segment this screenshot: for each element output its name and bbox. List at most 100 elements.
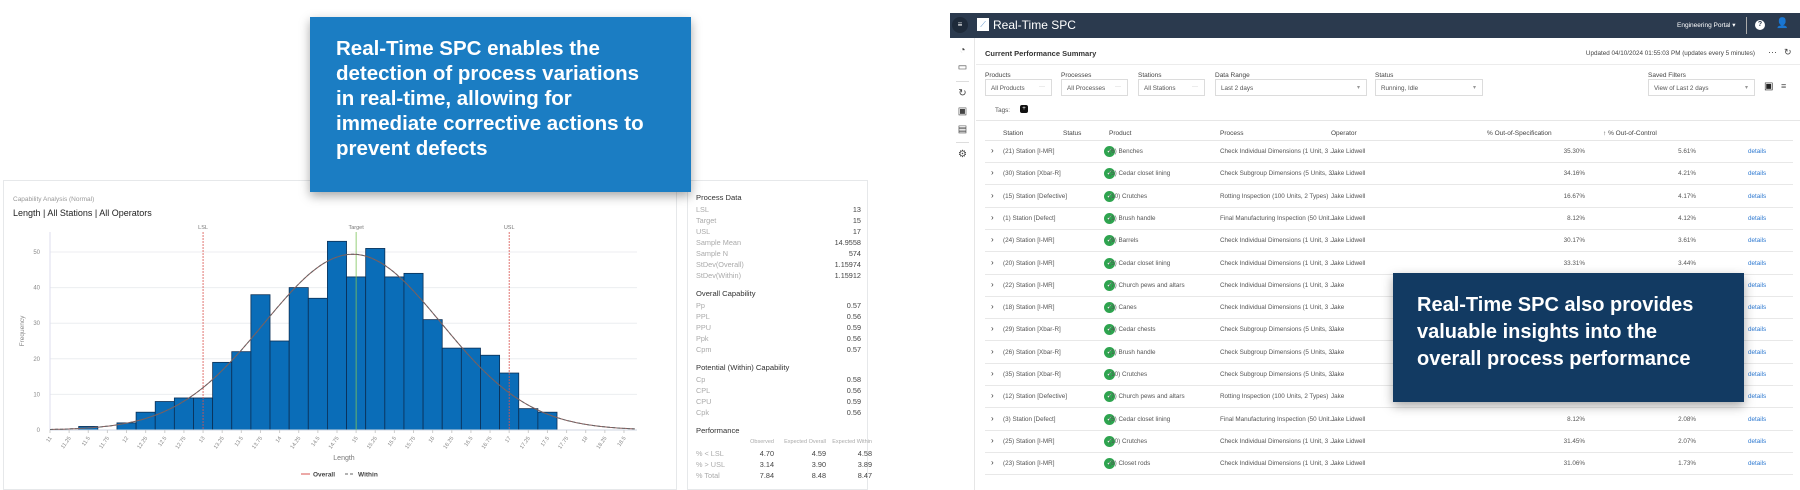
details-link[interactable]: details <box>1748 304 1766 311</box>
stat-row: Sample N 574 <box>696 248 861 259</box>
sync-icon[interactable]: ↻ <box>957 88 968 99</box>
filter-icon[interactable]: ≡ <box>1781 81 1786 91</box>
table-row[interactable]: › (30) Station [Xbar-R] ✓ (5) Cedar clos… <box>985 163 1793 186</box>
stat-row: StDev(Within) 1.15912 <box>696 270 861 281</box>
process-cell: Check Subgroup Dimensions (5 Units, 3... <box>1220 348 1338 356</box>
table-row[interactable]: › (25) Station [I-MR] ✓ (10) Crutches Ch… <box>985 431 1793 453</box>
product-cell: (10) Crutches <box>1109 192 1148 200</box>
details-link[interactable]: details <box>1748 438 1766 445</box>
details-link[interactable]: details <box>1748 170 1766 177</box>
process-cell: Check Individual Dimensions (1 Unit, 3 .… <box>1220 148 1336 155</box>
expand-chevron-icon[interactable]: › <box>991 436 994 445</box>
clipboard-icon[interactable]: ▤ <box>957 124 968 135</box>
table-row[interactable]: › (20) Station [I-MR] ✓ (5) Cedar closet… <box>985 253 1793 275</box>
perf-header: Expected Within <box>832 439 872 445</box>
expand-chevron-icon[interactable]: › <box>991 324 994 333</box>
column-out-of-spec[interactable]: % Out-of-Specification <box>1487 130 1552 137</box>
divider <box>956 81 969 82</box>
table-row[interactable]: › (24) Station [I-MR] ✓ (9) Barrels Chec… <box>985 230 1793 253</box>
operator-cell: Jake Lidwell <box>1331 460 1366 468</box>
expand-chevron-icon[interactable]: › <box>991 414 994 423</box>
details-link[interactable]: details <box>1748 371 1766 378</box>
details-link[interactable]: details <box>1748 393 1766 400</box>
chevron-down-icon: ▾ <box>1744 85 1748 91</box>
table-row[interactable]: › (1) Station [Defect] ✓ (1) Brush handl… <box>985 208 1793 230</box>
process-cell: Rotting Inspection (100 Units, 2 Types) <box>1220 192 1329 200</box>
table-row[interactable]: › (21) Station [I-MR] ✓ (6) Benches Chec… <box>985 141 1793 163</box>
add-tag-button[interactable]: + <box>1020 105 1028 113</box>
products-value: All Products <box>991 85 1025 92</box>
out-of-spec-cell: 8.12% <box>1567 415 1585 423</box>
stat-value: 0.56 <box>846 312 861 321</box>
operator-cell: Jake <box>1331 348 1345 356</box>
details-link[interactable]: details <box>1748 460 1766 467</box>
details-link[interactable]: details <box>1748 193 1766 200</box>
gauge-icon[interactable]: ◔ <box>957 45 968 56</box>
expand-chevron-icon[interactable]: › <box>991 235 994 244</box>
table-row[interactable]: › (3) Station [Defect] ✓ (5) Cedar close… <box>985 409 1793 431</box>
station-cell: (22) Station [I-MR] <box>1003 281 1055 289</box>
column-process[interactable]: Process <box>1220 130 1243 137</box>
stat-label: Target <box>696 216 717 225</box>
column-product[interactable]: Product <box>1109 130 1131 137</box>
expand-chevron-icon[interactable]: › <box>991 391 994 400</box>
details-link[interactable]: details <box>1748 148 1766 155</box>
stat-row: Target 15 <box>696 215 861 226</box>
x-tick-label: 12.25 <box>136 436 149 451</box>
expand-chevron-icon[interactable]: › <box>991 458 994 467</box>
column-status[interactable]: Status <box>1063 130 1081 137</box>
reference-label: LSL <box>198 225 208 231</box>
perf-value: 8.47 <box>857 471 872 480</box>
stat-label: CPU <box>696 397 712 406</box>
portal-dropdown[interactable]: Engineering Portal ▾ <box>1677 21 1736 29</box>
saved-filters-select[interactable]: View of Last 2 days ▾ <box>1648 79 1755 96</box>
expand-chevron-icon[interactable]: › <box>991 280 994 289</box>
station-cell: (3) Station [Defect] <box>1003 415 1056 423</box>
save-icon[interactable]: ▣ <box>1764 81 1773 92</box>
process-cell: Check Individual Dimensions (1 Unit, 3 .… <box>1220 304 1336 312</box>
stat-label: StDev(Within) <box>696 271 742 280</box>
help-icon[interactable]: ? <box>1755 20 1765 30</box>
table-row[interactable]: › (23) Station [I-MR] ✓ (8) Closet rods … <box>985 453 1793 476</box>
data-range-select[interactable]: Last 2 days ▾ <box>1215 79 1367 96</box>
table-row[interactable]: › (15) Station [Defective] ✓ (10) Crutch… <box>985 186 1793 208</box>
details-link[interactable]: details <box>1748 349 1766 356</box>
out-of-spec-cell: 33.31% <box>1563 259 1585 267</box>
stations-select[interactable]: All Stations ··· <box>1138 79 1205 96</box>
expand-chevron-icon[interactable]: › <box>991 191 994 200</box>
menu-icon[interactable]: ≡ <box>952 17 968 33</box>
column-station[interactable]: Station <box>1003 130 1023 137</box>
stats-section-process-data: Process Data LSL 13 Target 15 USL 17 Sample Mea… <box>696 193 861 281</box>
more-icon[interactable]: ··· <box>1768 47 1777 57</box>
refresh-icon[interactable]: ↻ <box>1784 47 1792 58</box>
user-icon[interactable]: 👤 <box>1776 18 1788 29</box>
expand-chevron-icon[interactable]: › <box>991 302 994 311</box>
station-cell: (15) Station [Defective] <box>1003 192 1068 200</box>
details-link[interactable]: details <box>1748 326 1766 333</box>
expand-chevron-icon[interactable]: › <box>991 258 994 267</box>
status-select[interactable]: Running, Idle ▾ <box>1375 79 1483 96</box>
out-of-spec-cell: 31.06% <box>1563 460 1585 468</box>
expand-chevron-icon[interactable]: › <box>991 213 994 222</box>
details-link[interactable]: details <box>1748 215 1766 222</box>
column-out-of-control[interactable]: ↑ % Out-of-Control <box>1603 130 1657 137</box>
process-cell: Check Subgroup Dimensions (5 Units, 3... <box>1220 371 1338 378</box>
perf-header: Expected Overall <box>784 439 826 445</box>
details-link[interactable]: details <box>1748 416 1766 423</box>
column-operator[interactable]: Operator <box>1331 130 1357 137</box>
expand-chevron-icon[interactable]: › <box>991 168 994 177</box>
expand-chevron-icon[interactable]: › <box>991 347 994 356</box>
expand-chevron-icon[interactable]: › <box>991 369 994 378</box>
details-link[interactable]: details <box>1748 237 1766 244</box>
x-tick-label: 11.25 <box>60 436 73 450</box>
gear-icon[interactable]: ⚙ <box>957 149 968 160</box>
x-tick-label: 16.75 <box>481 436 494 451</box>
details-link[interactable]: details <box>1748 260 1766 267</box>
processes-select[interactable]: All Processes ··· <box>1061 79 1128 96</box>
expand-chevron-icon[interactable]: › <box>991 146 994 155</box>
products-select[interactable]: All Products ··· <box>985 79 1052 96</box>
archive-icon[interactable]: ▣ <box>957 106 968 117</box>
stat-value: 13 <box>852 205 861 214</box>
monitor-icon[interactable]: ▭ <box>957 62 968 73</box>
details-link[interactable]: details <box>1748 282 1766 289</box>
